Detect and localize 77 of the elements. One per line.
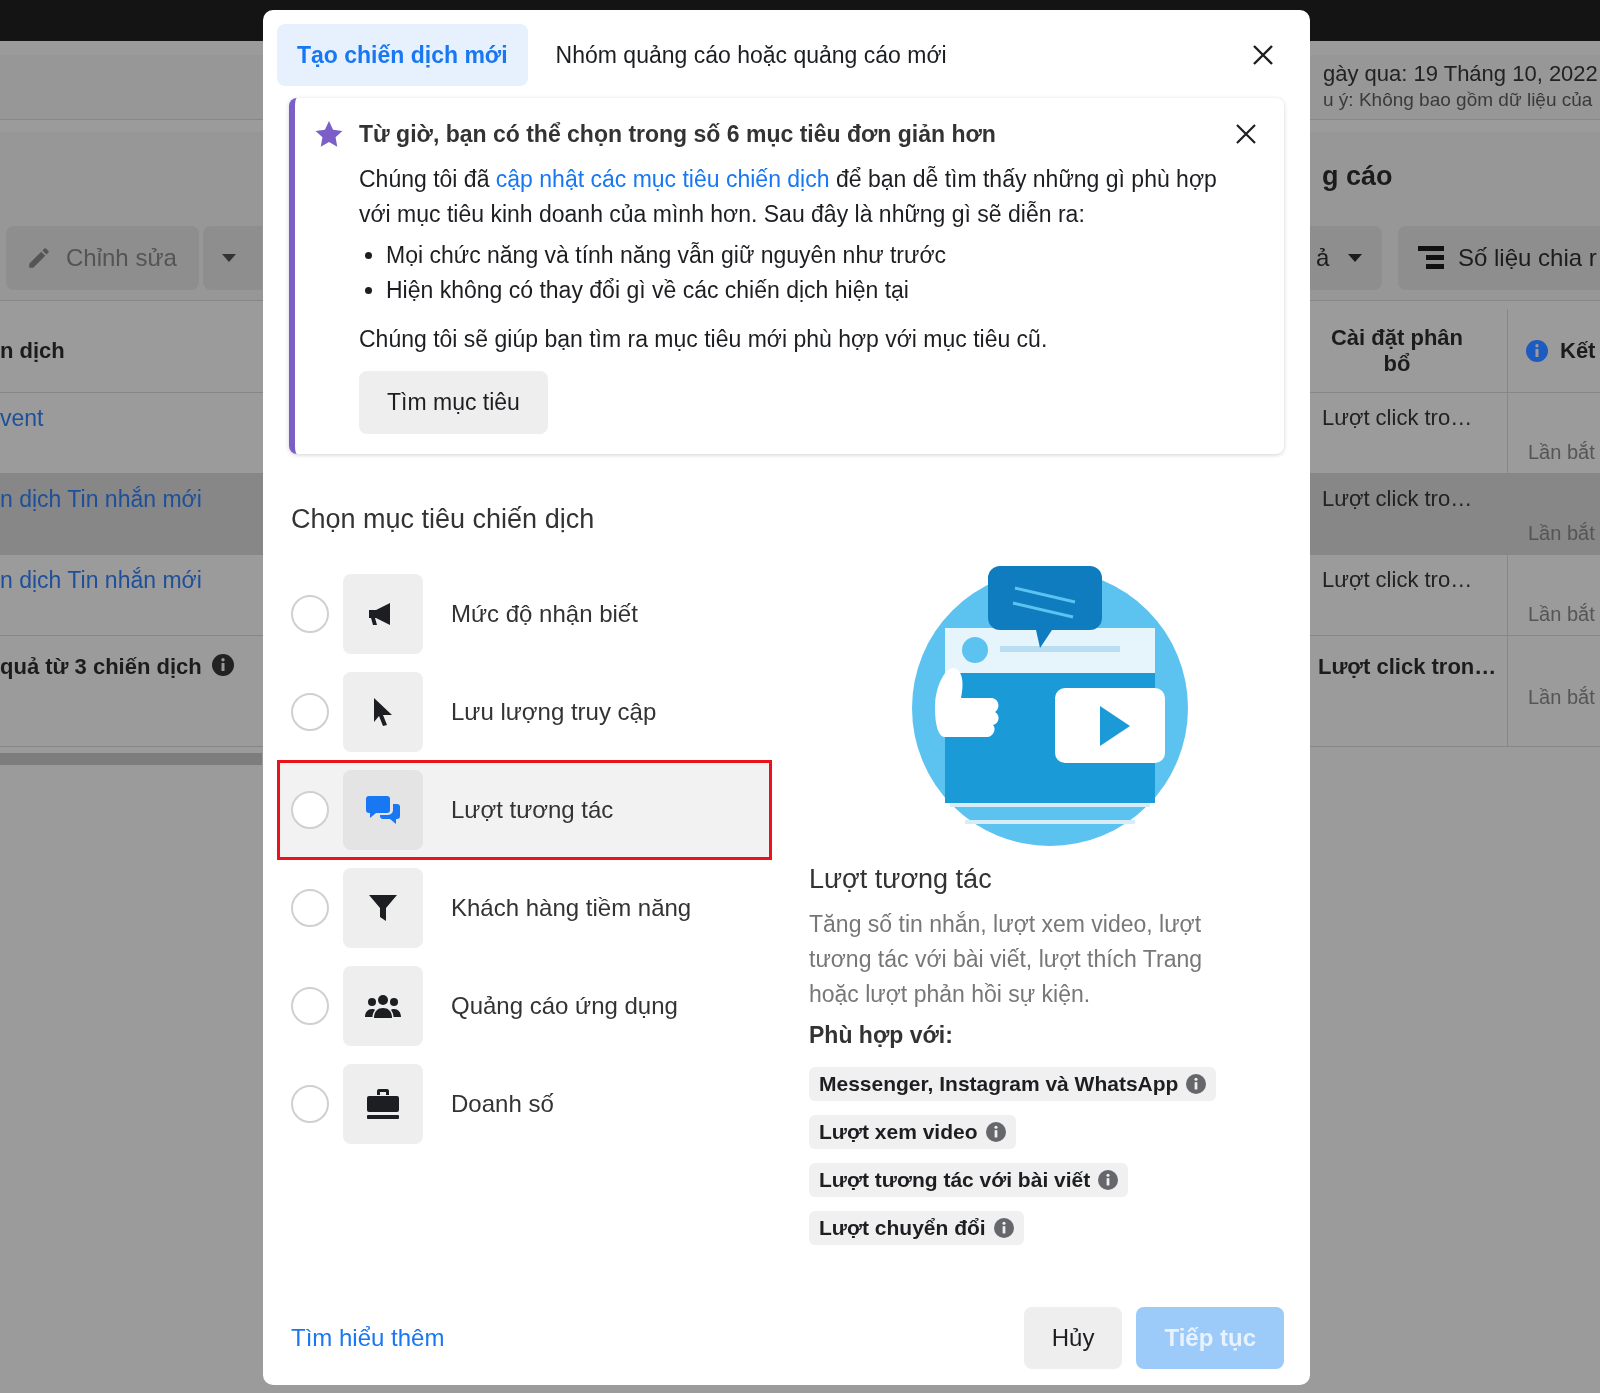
table-cell: Lần bắt (1528, 686, 1595, 709)
tag-label: Lượt chuyển đổi (819, 1216, 986, 1240)
objective-option[interactable]: Mức độ nhận biết (277, 572, 772, 656)
section-title: g cáo (1322, 161, 1394, 192)
people-icon (365, 993, 401, 1019)
objective-label: Doanh số (451, 1090, 554, 1118)
funnel-icon (368, 893, 398, 923)
scrollbar[interactable] (0, 753, 262, 765)
notice-text: Chúng tôi đã cập nhật các mục tiêu chiến dịch để bạn dễ tìm thấy những gì phù hợp với mục tiêu kinh doanh của mình hơn. Sau đây là những gì sẽ diễn ra: (359, 165, 1218, 229)
objective-option[interactable]: Lượt tương tác (277, 760, 772, 860)
caret-icon (1347, 253, 1364, 263)
close-icon (1252, 44, 1274, 66)
section-heading: Chọn mục tiêu chiến dịch (291, 504, 596, 535)
tag-label: Messenger, Instagram và WhatsApp (819, 1072, 1179, 1096)
objective-label: Lượt tương tác (451, 796, 614, 824)
dropdown-button[interactable] (202, 226, 262, 290)
bullet-text: Mọi chức năng và tính năng vẫn giữ nguyên như trước (386, 241, 946, 270)
objective-label: Khách hàng tiềm năng (451, 894, 692, 922)
pencil-icon (26, 245, 52, 271)
bullet-icon (365, 287, 372, 294)
radio-button[interactable] (291, 595, 329, 633)
briefcase-icon (366, 1088, 400, 1120)
objective-label: Mức độ nhận biết (451, 600, 638, 628)
summary-label: quả từ 3 chiến dịch (0, 654, 202, 680)
objective-option[interactable]: Doanh số (277, 1062, 772, 1146)
table-cell: Lượt click tro… (1322, 567, 1473, 593)
objective-option[interactable]: Khách hàng tiềm năng (277, 866, 772, 950)
bullet-text: Hiện không có thay đổi gì về các chiến dịch hiện tại (386, 276, 909, 305)
column-header: n dịch (0, 337, 65, 364)
radio-button[interactable] (291, 693, 329, 731)
campaign-link[interactable]: n dịch Tin nhắn mới (0, 567, 202, 593)
radio-button[interactable] (291, 791, 329, 829)
cancel-button[interactable]: Hủy (1023, 1307, 1123, 1369)
notice-title: Từ giờ, bạn có thể chọn trong số 6 mục tiêu đơn giản hơn (359, 120, 996, 148)
caret-icon (220, 253, 237, 263)
find-objective-button[interactable]: Tìm mục tiêu (359, 371, 548, 434)
info-icon (993, 1218, 1014, 1238)
tag-label: Lượt tương tác với bài viết (819, 1168, 1091, 1192)
cursor-icon (372, 697, 394, 727)
objective-title: Lượt tương tác (809, 864, 993, 895)
table-cell: Lần bắt (1528, 603, 1595, 626)
filter-button[interactable]: ả (1310, 226, 1382, 290)
chat-bubbles-icon (365, 794, 401, 826)
objectives-link[interactable]: cập nhật các mục tiêu chiến dịch (495, 166, 830, 192)
objective-label: Quảng cáo ứng dụng (451, 992, 678, 1020)
table-cell: Lượt click tro… (1322, 405, 1473, 431)
breakdown-icon (1418, 246, 1444, 270)
close-icon (1236, 124, 1256, 144)
column-header: Cài đặt phân bổ (1330, 324, 1464, 377)
radio-button[interactable] (291, 1085, 329, 1123)
info-icon (1186, 1074, 1207, 1094)
tab[interactable]: Tạo chiến dịch mới (277, 24, 528, 86)
breakdown-button[interactable]: Số liệu chia r (1398, 226, 1600, 290)
radio-button[interactable] (291, 987, 329, 1025)
objective-label: Lưu lượng truy cập (451, 698, 657, 726)
column-header: Kết (1560, 337, 1596, 364)
campaign-link[interactable]: vent (0, 405, 44, 431)
date-note: u ý: Không bao gồm dữ liệu của (1323, 89, 1594, 111)
objective-description: Tăng số tin nhắn, lượt xem video, lượt tương tác với bài viết, lượt thích Trang hoặc lượt phản hồi sự kiện. (809, 910, 1204, 1009)
date-range: gày qua: 19 Tháng 10, 2022 (1323, 61, 1599, 87)
table-cell: Lượt click tron… (1318, 654, 1497, 679)
tag-label: Lượt xem video (819, 1120, 978, 1144)
tab[interactable]: Nhóm quảng cáo hoặc quảng cáo mới (535, 24, 967, 86)
notice-text: Chúng tôi sẽ giúp bạn tìm ra mục tiêu mới phù hợp với mục tiêu cũ. (359, 325, 1049, 354)
fit-label: Phù hợp với: (809, 1022, 954, 1049)
star-icon (315, 120, 343, 148)
info-icon (985, 1122, 1006, 1142)
radio-button[interactable] (291, 889, 329, 927)
info-icon (1098, 1170, 1119, 1190)
objective-option[interactable]: Quảng cáo ứng dụng (277, 964, 772, 1048)
table-cell: Lần bắt (1528, 441, 1595, 464)
info-icon (211, 654, 234, 676)
objective-option[interactable]: Lưu lượng truy cập (277, 670, 772, 754)
learn-more-link[interactable]: Tìm hiểu thêm (291, 1324, 445, 1352)
bullet-icon (365, 252, 372, 259)
table-cell: Lượt click tro… (1322, 486, 1473, 512)
info-icon (1526, 339, 1548, 362)
